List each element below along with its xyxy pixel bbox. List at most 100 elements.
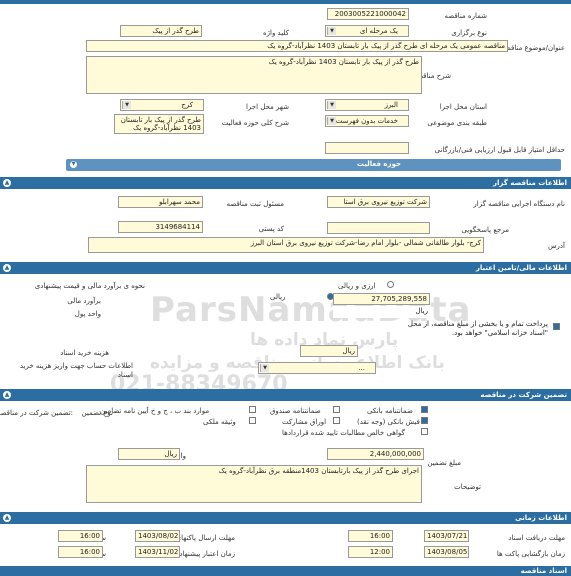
tender-number-field: 2003005221000042 (327, 8, 409, 20)
holding-type-select[interactable]: یک مرحله ای ▼ (325, 25, 409, 37)
chevron-down-icon: ▼ (327, 27, 336, 35)
officer-field: محمد سهرابلو (118, 196, 203, 208)
validity-time-field: 16:00 (58, 546, 103, 558)
checkbox-checked-icon (421, 406, 428, 413)
address-field: کرج- بلوار طالقانی شمالی -بلوار امام رضا… (88, 237, 484, 253)
province-value: البرز (384, 101, 398, 109)
guarantee-amount-label: مبلغ تضمین (427, 459, 461, 467)
chevron-down-icon: ▼ (327, 117, 336, 125)
organizer-section-header[interactable]: اطلاعات مناقصه گزار ▲ (0, 177, 571, 189)
chevron-down-icon: ▼ (122, 101, 131, 109)
activity-field-label: حوزه فعالیت (356, 160, 401, 168)
keyword-field: طرح گذر از پیک (120, 25, 202, 37)
postal-code-field: 3149684114 (118, 221, 203, 233)
checkbox-icon (333, 406, 340, 413)
checkbox-checked-icon (553, 323, 560, 330)
currency-unit-field: ریال (333, 306, 430, 318)
top-bar (0, 0, 571, 4)
guarantee-option-cash[interactable] (420, 416, 430, 426)
guarantee-option-bank-label: ضمانتنامه بانکی (367, 407, 413, 415)
reference-field (327, 222, 430, 234)
collapse-icon: ▲ (3, 179, 11, 187)
city-label: شهر محل اجرا (245, 103, 289, 111)
account-value: ... (358, 364, 365, 372)
guarantee-option-fund-label: ضمانتنامه صندوق (270, 407, 321, 415)
guarantee-option-cash-label: فیش بانکی (وجه نقد) (357, 418, 420, 426)
finance-section-header[interactable]: اطلاعات مالی/تامین اعتبار ▲ (0, 262, 571, 274)
collapse-icon: ▲ (3, 264, 11, 272)
estimate-label: برآورد مالی (67, 297, 101, 305)
reference-label: مرجع پاسخگویی (461, 226, 509, 234)
collapse-icon: ▲ (3, 514, 11, 522)
category-select[interactable]: خدمات بدون فهرست بها ▼ (325, 115, 409, 127)
guarantee-option-property-label: وثیقه ملکی (203, 418, 236, 426)
option-currency-radio[interactable] (385, 280, 395, 290)
guarantee-option-bank[interactable] (420, 405, 430, 415)
guarantee-amount-field: 2,440,000,000 (327, 448, 424, 460)
activity-scope-field: طرح گذر از پیک بار تابستان 1403 نظرآباد-… (114, 114, 204, 134)
estimate-method-label: نحوه ی برآورد مالی و قیمت پیشنهادی (34, 282, 145, 290)
guarantee-option-regulation-label: موارد بند ب ، ج و خ آیین نامه تضامین (100, 407, 210, 415)
estimate-field: 27,705,289,558 (333, 293, 430, 305)
guarantee-option-receivables-label: گواهی خالص مطالبات تایید شده قراردادها (282, 429, 405, 437)
documents-section-header[interactable]: اسناد مناقصه (0, 566, 571, 576)
submit-date-field: 1403/08/02 (135, 530, 180, 542)
finance-section-title: اطلاعات مالی/تامین اعتبار (475, 264, 567, 272)
chevron-down-icon: ▼ (327, 101, 336, 109)
guarantee-section-header[interactable]: تضمین شرکت در مناقصه ▲ (0, 389, 571, 401)
guarantee-option-bonds[interactable] (332, 416, 342, 426)
city-select[interactable]: کرج ▼ (120, 99, 204, 111)
min-score-field (325, 142, 409, 154)
guarantee-option-regulation[interactable] (248, 405, 258, 415)
collapse-icon: ▲ (3, 391, 11, 399)
payment-note-text: پرداخت تمام و یا بخشی از مبلغ مناقصه، از… (407, 320, 548, 337)
validity-date-field: 1403/11/02 (135, 546, 180, 558)
category-label: طبقه بندی موضوعی (427, 119, 487, 127)
keyword-label: کلید واژه (262, 29, 289, 37)
description-field: طرح گذر از پیک بار تابستان 1403 نظرآباد-… (86, 56, 422, 94)
guarantee-option-bonds-label: اوراق مشارکت (282, 418, 327, 426)
opening-time-field: 12:00 (348, 546, 393, 558)
account-select[interactable]: ... ▼ (258, 362, 376, 374)
holding-type-label: نوع برگزاری (451, 29, 487, 37)
guarantee-notes-field: اجرای طرح گذر از پیک بارتابستان 1403منطق… (86, 465, 422, 503)
validity-label: زمان اعتبار پیشنهاد (179, 550, 235, 558)
org-name-field: شرکت توزیع نیروی برق استا (327, 196, 430, 208)
activity-field-bar[interactable]: حوزه فعالیت ▼ (66, 159, 561, 171)
guarantee-unit-field: ریال (118, 448, 180, 460)
doc-receive-date-field: 1403/07/21 (424, 530, 469, 542)
guarantee-option-receivables[interactable] (420, 427, 430, 437)
postal-code-label: کد پستی (258, 225, 284, 233)
currency-unit-label: واحد پول (74, 310, 101, 318)
doc-receive-label: مهلت دریافت اسناد (508, 534, 565, 542)
checkbox-icon (249, 406, 256, 413)
timing-section-header[interactable]: اطلاعات زمانی ▲ (0, 512, 571, 524)
doc-fee-label: هزینه خرید اسناد (60, 349, 109, 357)
min-score-label: حداقل امتیاز قابل قبول ارزیابی فنی/بازرگ… (434, 146, 565, 154)
province-select[interactable]: البرز ▼ (325, 99, 409, 111)
chevron-down-icon: ▼ (260, 364, 269, 372)
guarantee-option-property[interactable] (248, 416, 258, 426)
doc-fee-field: ریال (300, 345, 358, 357)
option-rial-label: ریالی (270, 293, 286, 301)
activity-scope-label: شرح کلی حوزه فعالیت (221, 119, 289, 127)
city-value: کرج (181, 101, 193, 109)
submit-time-field: 16:00 (58, 530, 103, 542)
checkbox-icon (249, 417, 256, 424)
checkbox-icon (333, 417, 340, 424)
holding-type-value: یک مرحله ای (359, 27, 398, 35)
guarantee-option-fund[interactable] (332, 405, 342, 415)
tender-number-label: شماره مناقصه (444, 12, 487, 20)
title-label: عنوان/موضوع مناقصه (501, 44, 565, 52)
address-label: آدرس (548, 242, 565, 250)
account-label: اطلاعات حساب جهت واریز هزینه خرید اسناد (19, 362, 133, 379)
payment-note-checkbox[interactable] (552, 322, 561, 331)
category-value: خدمات بدون فهرست بها (326, 117, 398, 125)
guarantee-side-label: تضمین شرکت در مناقصه: (0, 409, 73, 417)
opening-label: زمان بازگشایی پاکت ها (496, 550, 565, 558)
org-name-label: نام دستگاه اجرایی مناقصه گزار (473, 200, 565, 208)
expand-icon: ▼ (70, 161, 77, 168)
title-field: مناقصه عمومی یک مرحله ای طرح گذر از پیک … (86, 40, 508, 52)
opening-date-field: 1403/08/05 (424, 546, 469, 558)
checkbox-checked-icon (421, 417, 428, 424)
